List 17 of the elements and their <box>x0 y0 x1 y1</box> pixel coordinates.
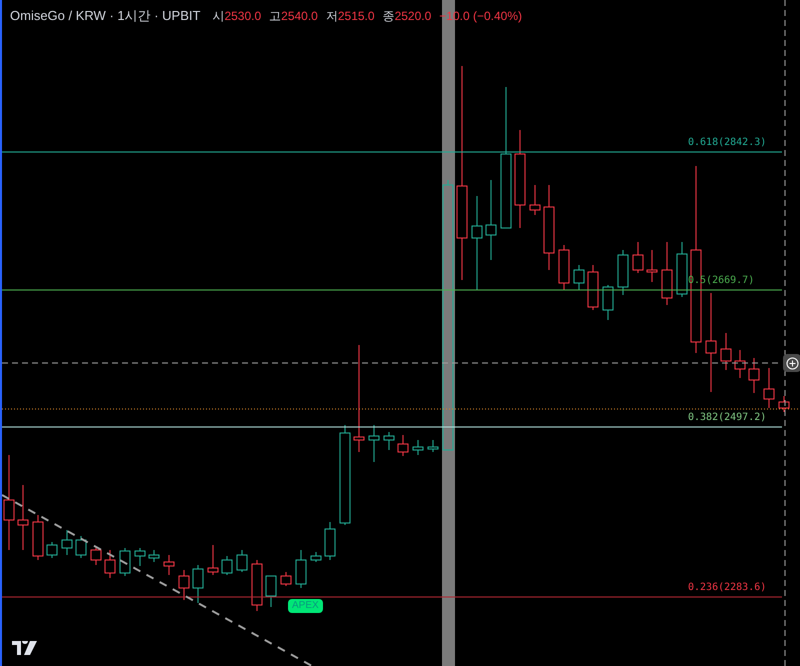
ohlc-value: 2540.0 <box>281 8 318 25</box>
fib-level-label: 0.236(2283.6) <box>688 583 766 593</box>
plus-circle-icon <box>786 356 798 370</box>
ohlc-value: 2515.0 <box>338 8 375 25</box>
price-change: −10.0 (−0.40%) <box>439 8 522 25</box>
ohlc-value: 2530.0 <box>224 8 262 25</box>
symbol-title: OmiseGo / KRW · 1시간 · UPBIT <box>10 7 200 25</box>
ohlc-label: 시 <box>212 8 224 25</box>
ohlc-label: 고 <box>269 8 282 25</box>
add-button[interactable] <box>783 354 800 372</box>
logo-icon <box>12 641 37 655</box>
fib-level-label: 0.382(2497.2) <box>688 413 766 423</box>
ohlc-label: 종 <box>382 8 395 25</box>
fib-level-label: 0.618(2842.3) <box>688 138 766 148</box>
ohlc-label: 저 <box>326 8 338 25</box>
apex-marker-label: APEX <box>288 599 323 613</box>
ohlc-value: 2520.0 <box>394 8 432 25</box>
